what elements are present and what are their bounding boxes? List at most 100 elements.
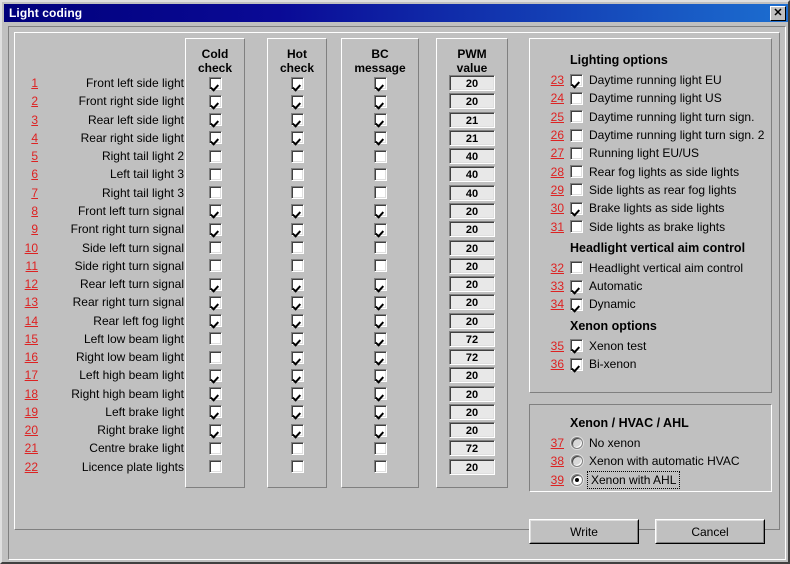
lighting-option-checkbox[interactable]	[570, 128, 583, 142]
bc-message-checkbox[interactable]	[373, 149, 387, 163]
bc-message-checkbox[interactable]	[373, 259, 387, 273]
lighting-option-row[interactable]: 27 Running light EU/US	[551, 144, 770, 162]
aim-control-option-row[interactable]: 34 Dynamic	[551, 295, 770, 313]
xenon-hvac-ahl-radio[interactable]	[571, 437, 583, 450]
hot-check-checkbox[interactable]	[290, 441, 304, 455]
aim-control-option-checkbox[interactable]	[570, 279, 583, 293]
bc-message-checkbox[interactable]	[373, 350, 387, 364]
bc-message-checkbox[interactable]	[373, 204, 387, 218]
lighting-option-row[interactable]: 30 Brake lights as side lights	[551, 199, 770, 217]
hot-check-checkbox[interactable]	[290, 76, 304, 90]
lighting-option-row[interactable]: 23 Daytime running light EU	[551, 71, 770, 89]
cold-check-checkbox[interactable]	[208, 387, 222, 401]
xenon-option-checkbox[interactable]	[570, 339, 583, 353]
xenon-hvac-ahl-row[interactable]: 39 Xenon with AHL	[551, 470, 770, 489]
pwm-value-input[interactable]: 72	[449, 440, 495, 457]
cold-check-checkbox[interactable]	[208, 314, 222, 328]
pwm-value-input[interactable]: 20	[449, 403, 495, 420]
bc-message-checkbox[interactable]	[373, 94, 387, 108]
pwm-value-input[interactable]: 20	[449, 422, 495, 439]
cold-check-checkbox[interactable]	[208, 460, 222, 474]
cancel-button[interactable]: Cancel	[655, 519, 765, 544]
bc-message-checkbox[interactable]	[373, 441, 387, 455]
cold-check-checkbox[interactable]	[208, 167, 222, 181]
pwm-value-input[interactable]: 20	[449, 294, 495, 311]
lighting-option-checkbox[interactable]	[570, 91, 583, 105]
hot-check-checkbox[interactable]	[290, 241, 304, 255]
hot-check-checkbox[interactable]	[290, 204, 304, 218]
bc-message-checkbox[interactable]	[373, 460, 387, 474]
bc-message-checkbox[interactable]	[373, 222, 387, 236]
pwm-value-input[interactable]: 72	[449, 349, 495, 366]
pwm-value-input[interactable]: 40	[449, 166, 495, 183]
cold-check-checkbox[interactable]	[208, 204, 222, 218]
pwm-value-input[interactable]: 20	[449, 367, 495, 384]
bc-message-checkbox[interactable]	[373, 368, 387, 382]
bc-message-checkbox[interactable]	[373, 423, 387, 437]
lighting-option-checkbox[interactable]	[570, 220, 583, 234]
pwm-value-input[interactable]: 20	[449, 257, 495, 274]
cold-check-checkbox[interactable]	[208, 113, 222, 127]
aim-control-option-row[interactable]: 33 Automatic	[551, 277, 770, 295]
lighting-option-checkbox[interactable]	[570, 183, 583, 197]
hot-check-checkbox[interactable]	[290, 222, 304, 236]
pwm-value-input[interactable]: 20	[449, 221, 495, 238]
bc-message-checkbox[interactable]	[373, 113, 387, 127]
bc-message-checkbox[interactable]	[373, 332, 387, 346]
hot-check-checkbox[interactable]	[290, 113, 304, 127]
pwm-value-input[interactable]: 20	[449, 312, 495, 329]
cold-check-checkbox[interactable]	[208, 332, 222, 346]
hot-check-checkbox[interactable]	[290, 387, 304, 401]
cold-check-checkbox[interactable]	[208, 76, 222, 90]
pwm-value-input[interactable]: 21	[449, 111, 495, 128]
bc-message-checkbox[interactable]	[373, 241, 387, 255]
pwm-value-input[interactable]: 20	[449, 93, 495, 110]
hot-check-checkbox[interactable]	[290, 149, 304, 163]
pwm-value-input[interactable]: 20	[449, 202, 495, 219]
hot-check-checkbox[interactable]	[290, 186, 304, 200]
hot-check-checkbox[interactable]	[290, 368, 304, 382]
aim-control-option-row[interactable]: 32 Headlight vertical aim control	[551, 259, 770, 277]
cold-check-checkbox[interactable]	[208, 94, 222, 108]
cold-check-checkbox[interactable]	[208, 441, 222, 455]
bc-message-checkbox[interactable]	[373, 76, 387, 90]
lighting-option-checkbox[interactable]	[570, 165, 583, 179]
lighting-option-checkbox[interactable]	[570, 110, 583, 124]
cold-check-checkbox[interactable]	[208, 222, 222, 236]
xenon-hvac-ahl-row[interactable]: 38 Xenon with automatic HVAC	[551, 452, 770, 470]
hot-check-checkbox[interactable]	[290, 259, 304, 273]
bc-message-checkbox[interactable]	[373, 295, 387, 309]
xenon-option-checkbox[interactable]	[570, 357, 583, 371]
cold-check-checkbox[interactable]	[208, 241, 222, 255]
lighting-option-checkbox[interactable]	[570, 73, 583, 87]
hot-check-checkbox[interactable]	[290, 295, 304, 309]
cold-check-checkbox[interactable]	[208, 423, 222, 437]
hot-check-checkbox[interactable]	[290, 277, 304, 291]
lighting-option-checkbox[interactable]	[570, 146, 583, 160]
bc-message-checkbox[interactable]	[373, 167, 387, 181]
close-icon[interactable]: ✕	[770, 5, 786, 21]
xenon-hvac-ahl-row[interactable]: 37 No xenon	[551, 434, 770, 452]
aim-control-option-checkbox[interactable]	[570, 297, 583, 311]
cold-check-checkbox[interactable]	[208, 131, 222, 145]
cold-check-checkbox[interactable]	[208, 405, 222, 419]
cold-check-checkbox[interactable]	[208, 186, 222, 200]
hot-check-checkbox[interactable]	[290, 314, 304, 328]
cold-check-checkbox[interactable]	[208, 277, 222, 291]
aim-control-option-checkbox[interactable]	[570, 261, 583, 275]
xenon-option-row[interactable]: 35 Xenon test	[551, 337, 770, 355]
hot-check-checkbox[interactable]	[290, 332, 304, 346]
bc-message-checkbox[interactable]	[373, 314, 387, 328]
pwm-value-input[interactable]: 40	[449, 184, 495, 201]
hot-check-checkbox[interactable]	[290, 350, 304, 364]
lighting-option-row[interactable]: 31 Side lights as brake lights	[551, 217, 770, 235]
pwm-value-input[interactable]: 20	[449, 239, 495, 256]
xenon-hvac-ahl-radio[interactable]	[571, 455, 583, 468]
xenon-option-row[interactable]: 36 Bi-xenon	[551, 355, 770, 373]
xenon-hvac-ahl-radio[interactable]	[571, 473, 583, 486]
lighting-option-row[interactable]: 28 Rear fog lights as side lights	[551, 162, 770, 180]
cold-check-checkbox[interactable]	[208, 368, 222, 382]
pwm-value-input[interactable]: 20	[449, 276, 495, 293]
hot-check-checkbox[interactable]	[290, 94, 304, 108]
hot-check-checkbox[interactable]	[290, 423, 304, 437]
